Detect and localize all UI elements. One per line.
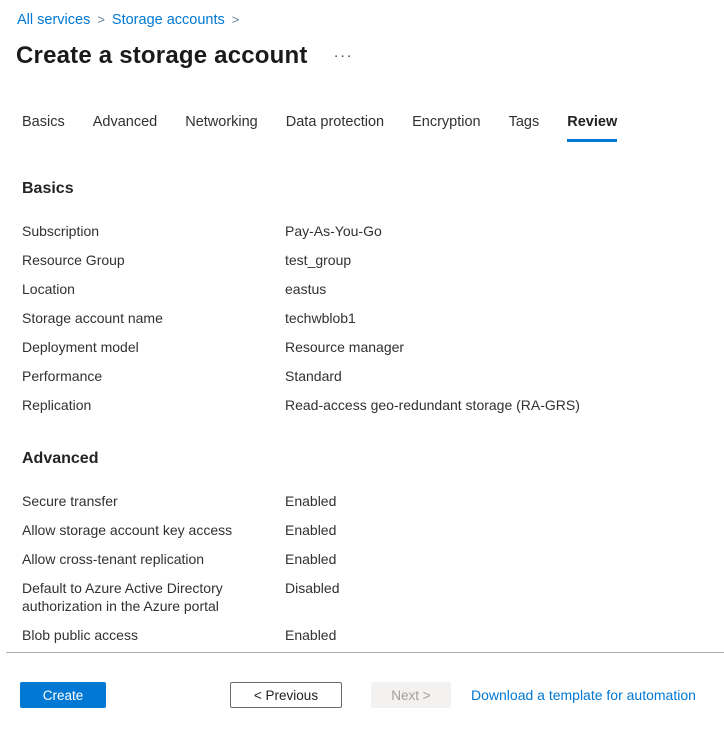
review-row: Secure transferEnabled xyxy=(22,492,704,510)
row-value: eastus xyxy=(285,280,704,298)
review-row: Allow storage account key accessEnabled xyxy=(22,521,704,539)
review-row: Resource Grouptest_group xyxy=(22,251,704,269)
footer-divider xyxy=(6,652,724,653)
row-value: Standard xyxy=(285,367,704,385)
row-label: Default to Azure Active Directory author… xyxy=(22,579,285,615)
row-label: Blob public access xyxy=(22,626,285,644)
row-label: Secure transfer xyxy=(22,492,285,510)
row-value: Resource manager xyxy=(285,338,704,356)
section-heading-advanced: Advanced xyxy=(22,450,704,467)
row-value: Enabled xyxy=(285,492,704,510)
breadcrumb: All services > Storage accounts > xyxy=(0,0,724,29)
review-row: SubscriptionPay-As-You-Go xyxy=(22,222,704,240)
row-label: Location xyxy=(22,280,285,298)
previous-button[interactable]: < Previous xyxy=(230,682,342,708)
row-label: Performance xyxy=(22,367,285,385)
page-title: Create a storage account xyxy=(16,42,308,70)
tab-review[interactable]: Review xyxy=(567,114,617,142)
tab-encryption[interactable]: Encryption xyxy=(412,114,481,142)
footer-bar: Create < Previous Next > Download a temp… xyxy=(0,652,724,737)
row-label: Subscription xyxy=(22,222,285,240)
footer-buttons: Create < Previous Next > Download a temp… xyxy=(0,682,724,708)
more-options-icon[interactable]: ··· xyxy=(334,47,354,64)
breadcrumb-storage-accounts[interactable]: Storage accounts xyxy=(112,12,225,28)
review-row: Default to Azure Active Directory author… xyxy=(22,579,704,615)
create-button[interactable]: Create xyxy=(20,682,106,708)
tab-data-protection[interactable]: Data protection xyxy=(286,114,384,142)
next-button: Next > xyxy=(371,682,451,708)
review-row: PerformanceStandard xyxy=(22,367,704,385)
review-row: ReplicationRead-access geo-redundant sto… xyxy=(22,396,704,414)
tab-advanced[interactable]: Advanced xyxy=(93,114,158,142)
review-row: Allow cross-tenant replicationEnabled xyxy=(22,550,704,568)
row-label: Replication xyxy=(22,396,285,414)
row-value: techwblob1 xyxy=(285,309,704,327)
tab-basics[interactable]: Basics xyxy=(22,114,65,142)
row-label: Allow storage account key access xyxy=(22,521,285,539)
tab-bar: Basics Advanced Networking Data protection E… xyxy=(22,114,724,142)
section-heading-basics: Basics xyxy=(22,180,704,197)
review-row: Locationeastus xyxy=(22,280,704,298)
breadcrumb-separator-icon: > xyxy=(97,12,105,27)
row-label: Storage account name xyxy=(22,309,285,327)
review-row: Deployment modelResource manager xyxy=(22,338,704,356)
breadcrumb-separator-icon: > xyxy=(232,12,240,27)
row-value: Enabled xyxy=(285,521,704,539)
section-rows: Secure transferEnabledAllow storage acco… xyxy=(22,492,704,673)
review-row: Blob public accessEnabled xyxy=(22,626,704,644)
download-template-link[interactable]: Download a template for automation xyxy=(471,687,696,703)
row-label: Resource Group xyxy=(22,251,285,269)
row-value: Enabled xyxy=(285,550,704,568)
row-value: Pay-As-You-Go xyxy=(285,222,704,240)
review-row: Storage account nametechwblob1 xyxy=(22,309,704,327)
section-rows: SubscriptionPay-As-You-GoResource Groupt… xyxy=(22,222,704,414)
row-value: Enabled xyxy=(285,626,704,644)
tab-tags[interactable]: Tags xyxy=(509,114,540,142)
row-label: Allow cross-tenant replication xyxy=(22,550,285,568)
row-value: Disabled xyxy=(285,579,704,597)
row-value: Read-access geo-redundant storage (RA-GR… xyxy=(285,396,704,414)
title-row: Create a storage account ··· xyxy=(16,42,724,70)
row-label: Deployment model xyxy=(22,338,285,356)
breadcrumb-all-services[interactable]: All services xyxy=(17,12,90,28)
review-content: BasicsSubscriptionPay-As-You-GoResource … xyxy=(22,180,724,673)
row-value: test_group xyxy=(285,251,704,269)
tab-networking[interactable]: Networking xyxy=(185,114,258,142)
